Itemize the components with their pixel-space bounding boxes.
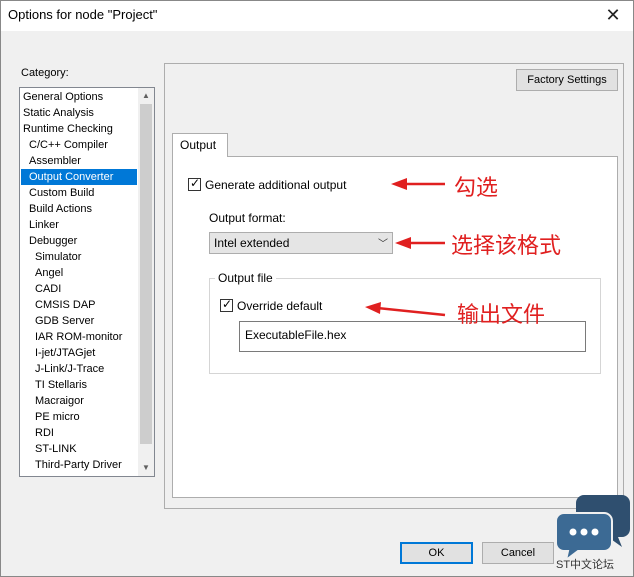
annotation-arrow-icon [395, 237, 445, 249]
category-item[interactable]: J-Link/J-Trace [21, 361, 137, 377]
output-format-select[interactable]: Intel extended ﹀ [209, 232, 393, 254]
category-item[interactable]: Static Analysis [21, 105, 137, 121]
override-default-checkbox[interactable] [220, 297, 233, 312]
category-item[interactable]: Build Actions [21, 201, 137, 217]
category-item[interactable]: Macraigor [21, 393, 137, 409]
output-filename-value: ExecutableFile.hex [245, 328, 347, 342]
scroll-up-icon[interactable]: ▲ [138, 88, 154, 104]
annotation-arrow-icon [365, 302, 446, 317]
category-item[interactable]: PE micro [21, 409, 137, 425]
category-item[interactable]: GDB Server [21, 313, 137, 329]
options-dialog: Options for node "Project" ✕ Category: G… [0, 0, 634, 577]
category-item[interactable]: IAR ROM-monitor [21, 329, 137, 345]
category-item[interactable]: ST-LINK [21, 441, 137, 457]
category-item[interactable]: Custom Build [21, 185, 137, 201]
category-item[interactable]: C/C++ Compiler [21, 137, 137, 153]
category-item[interactable]: Linker [21, 217, 137, 233]
tab-output[interactable]: Output [172, 133, 228, 157]
override-default-label[interactable]: Override default [237, 299, 322, 313]
close-icon[interactable]: ✕ [599, 3, 627, 27]
category-scrollbar[interactable]: ▲ ▼ [138, 88, 154, 476]
category-item[interactable]: CMSIS DAP [21, 297, 137, 313]
generate-output-label[interactable]: Generate additional output [205, 178, 346, 192]
category-list[interactable]: General Options Static Analysis Runtime Ch… [19, 87, 155, 477]
scroll-down-icon[interactable]: ▼ [138, 460, 154, 476]
watermark-text: ST中文论坛 [556, 559, 615, 571]
category-item[interactable]: Output Converter [21, 169, 137, 185]
category-label: Category: [21, 67, 69, 79]
category-item[interactable]: I-jet/JTAGjet [21, 345, 137, 361]
output-file-group-title: Output file [215, 271, 276, 285]
factory-settings-button[interactable]: Factory Settings [516, 69, 618, 91]
output-format-label: Output format: [209, 211, 286, 225]
scroll-thumb[interactable] [140, 104, 152, 444]
title-bar: Options for node "Project" ✕ [1, 1, 633, 31]
category-item[interactable]: General Options [21, 89, 137, 105]
category-item[interactable]: Runtime Checking [21, 121, 137, 137]
category-item[interactable]: Angel [21, 265, 137, 281]
ok-button[interactable]: OK [400, 542, 473, 564]
chevron-down-icon: ﹀ [378, 239, 388, 250]
annotation-arrow-icon [391, 178, 445, 190]
category-item[interactable]: Assembler [21, 153, 137, 169]
category-item[interactable]: RDI [21, 425, 137, 441]
window-title: Options for node "Project" [8, 7, 158, 22]
annotation-output-file: 输出文件 [457, 303, 546, 328]
annotation-select-format: 选择该格式 [451, 234, 562, 259]
category-item[interactable]: Simulator [21, 249, 137, 265]
annotation-check: 勾选 [454, 176, 499, 201]
category-item[interactable]: TI Stellaris [21, 377, 137, 393]
category-item[interactable]: Third-Party Driver [21, 457, 137, 473]
output-format-value: Intel extended [214, 236, 290, 250]
category-item[interactable]: CADI [21, 281, 137, 297]
generate-output-checkbox[interactable] [188, 176, 201, 191]
cancel-button[interactable]: Cancel [482, 542, 554, 564]
category-item[interactable]: Debugger [21, 233, 137, 249]
